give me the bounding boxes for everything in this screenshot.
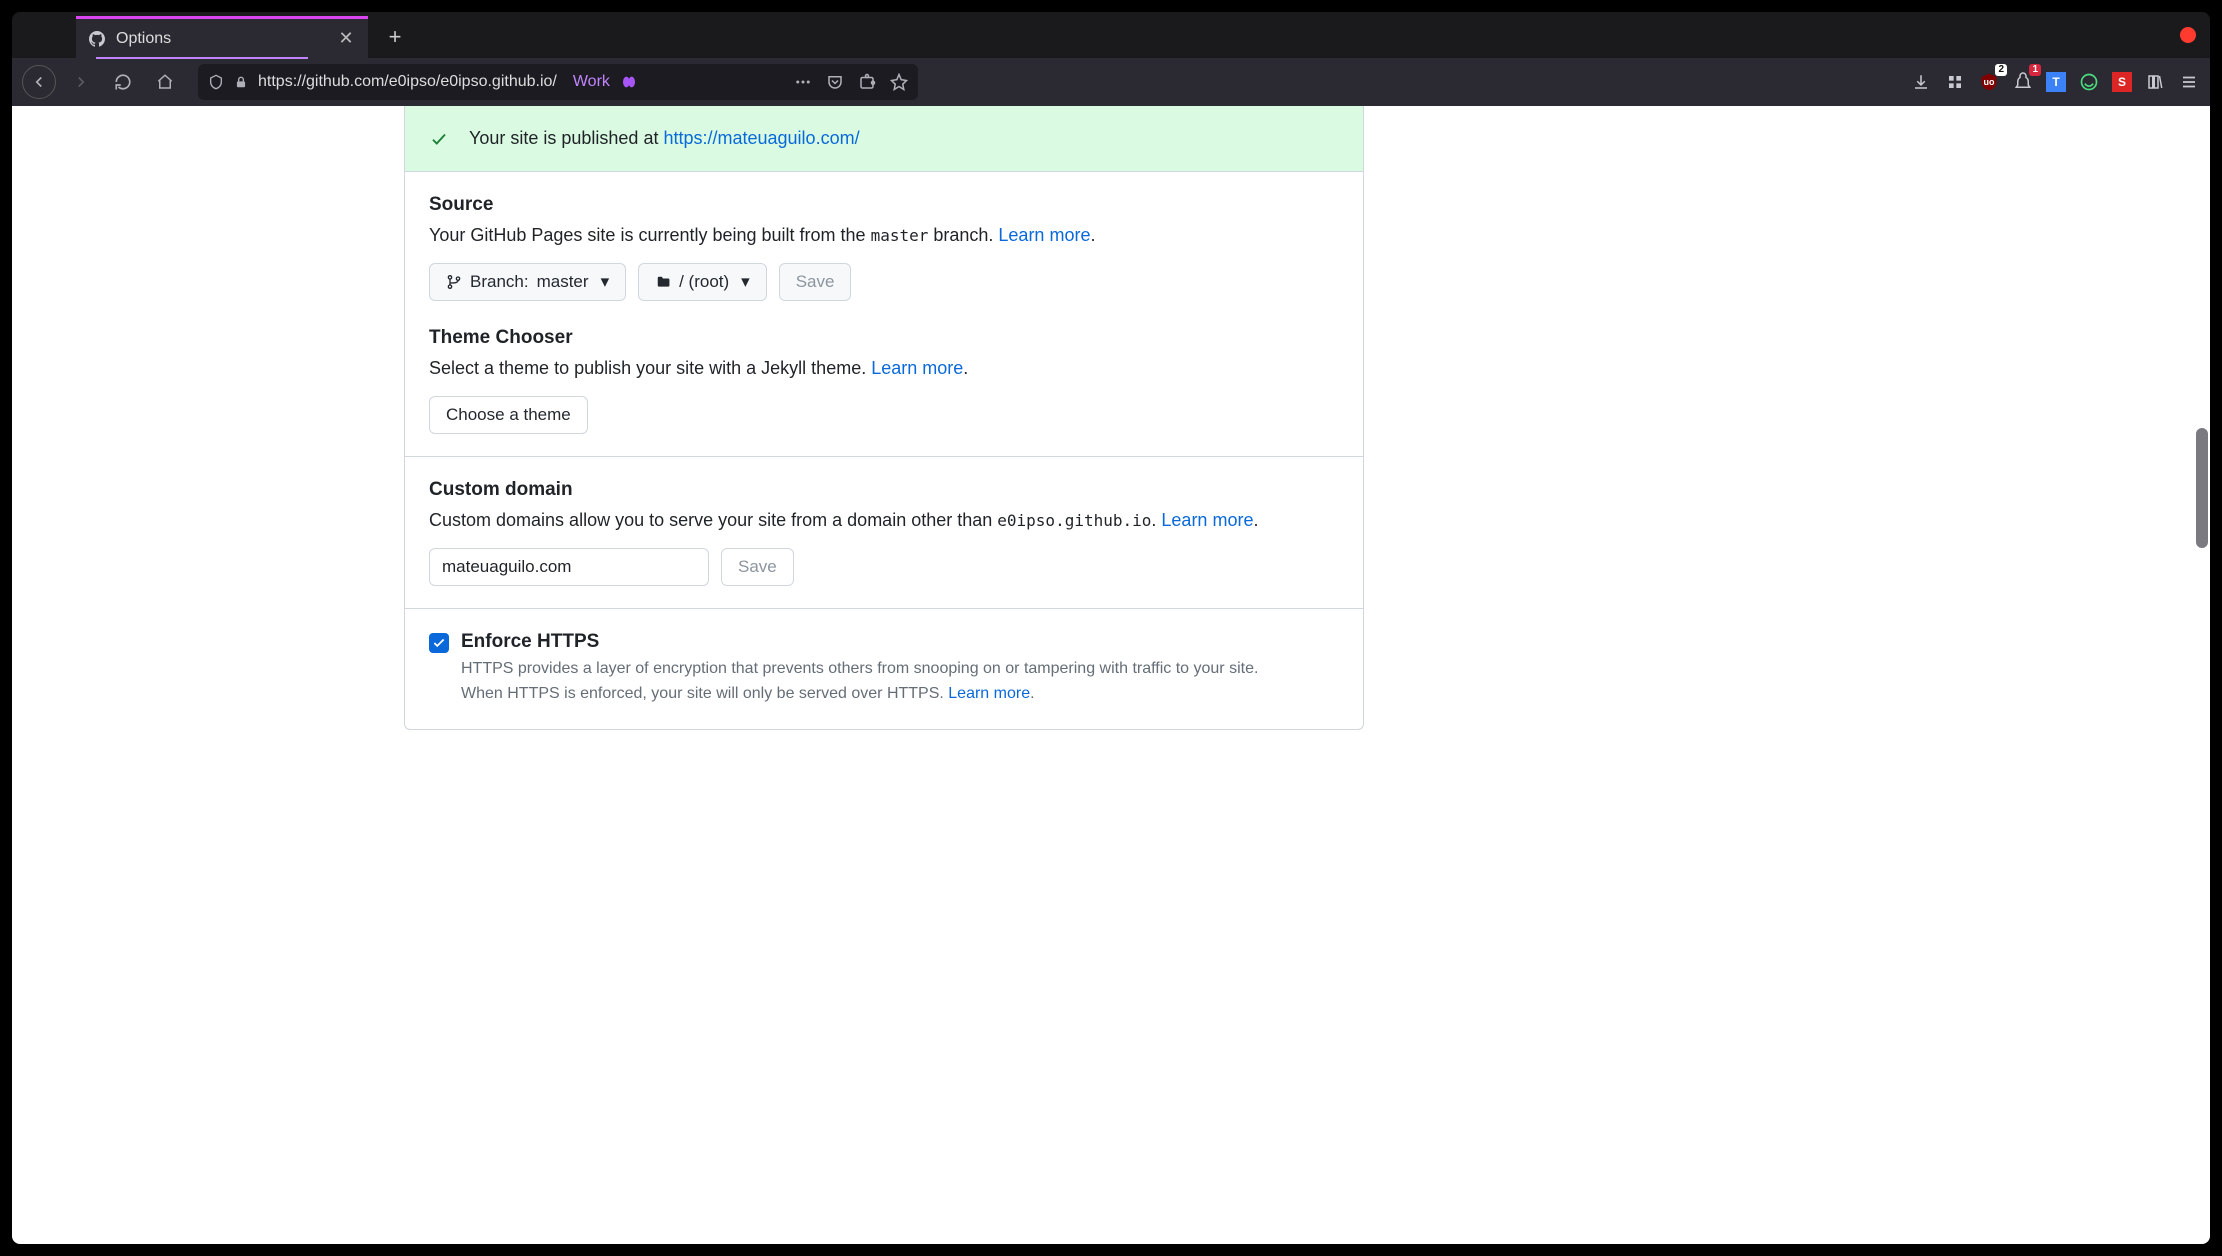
container-label: Work	[573, 73, 610, 91]
reload-button[interactable]	[106, 65, 140, 99]
github-icon	[88, 30, 106, 48]
theme-heading: Theme Chooser	[429, 327, 1339, 349]
flash-prefix: Your site is published at	[469, 128, 663, 148]
enforce-https-checkbox[interactable]	[429, 633, 449, 653]
browser-window: Options ✕ + https://github.com/e0ipso/e0	[12, 12, 2210, 1244]
menu-icon[interactable]	[2178, 71, 2200, 93]
flash-text: Your site is published at https://mateua…	[469, 128, 860, 149]
ublock-icon[interactable]: uo 2	[1978, 71, 2000, 93]
ublock-badge: 2	[1995, 64, 2007, 76]
ext-s-icon[interactable]: S	[2112, 72, 2132, 92]
branch-select[interactable]: Branch: master ▾	[429, 263, 626, 301]
source-section: Source Your GitHub Pages site is current…	[405, 172, 1363, 457]
git-branch-icon	[446, 274, 462, 290]
tab-title: Options	[116, 30, 326, 48]
source-desc: Your GitHub Pages site is currently bein…	[429, 222, 1339, 249]
recording-indicator	[2180, 27, 2196, 43]
folder-select[interactable]: / (root) ▾	[638, 263, 767, 301]
tab-accent	[96, 57, 308, 59]
source-save-button[interactable]: Save	[779, 263, 852, 301]
ext-circle-icon[interactable]	[2078, 71, 2100, 93]
choose-theme-button[interactable]: Choose a theme	[429, 396, 588, 434]
enforce-https-section: Enforce HTTPS HTTPS provides a layer of …	[405, 609, 1363, 729]
theme-desc: Select a theme to publish your site with…	[429, 355, 1339, 382]
lock-icon	[234, 74, 248, 90]
chevron-down-icon: ▾	[741, 272, 750, 292]
browser-tab[interactable]: Options ✕	[76, 16, 368, 58]
https-learn-more-link[interactable]: Learn more	[948, 685, 1030, 702]
extensions-area: uo 2 1 T S	[1910, 71, 2200, 93]
ext-t-icon[interactable]: T	[2046, 72, 2066, 92]
source-learn-more-link[interactable]: Learn more	[998, 225, 1090, 245]
shield-icon[interactable]	[208, 73, 224, 91]
extension-icon[interactable]	[858, 73, 876, 91]
domain-learn-more-link[interactable]: Learn more	[1161, 510, 1253, 530]
chevron-down-icon: ▾	[601, 272, 610, 292]
https-desc-1: HTTPS provides a layer of encryption tha…	[461, 657, 1339, 682]
home-button[interactable]	[148, 65, 182, 99]
theme-learn-more-link[interactable]: Learn more	[871, 358, 963, 378]
scrollbar-thumb[interactable]	[2196, 428, 2208, 548]
back-button[interactable]	[22, 65, 56, 99]
notification-icon[interactable]: 1	[2012, 71, 2034, 93]
folder-icon	[655, 275, 671, 289]
published-url-link[interactable]: https://mateuaguilo.com/	[663, 128, 859, 148]
url-text: https://github.com/e0ipso/e0ipso.github.…	[258, 73, 557, 91]
library-icon[interactable]	[2144, 71, 2166, 93]
check-icon	[429, 129, 449, 149]
domain-desc: Custom domains allow you to serve your s…	[429, 507, 1339, 534]
domain-save-button[interactable]: Save	[721, 548, 794, 586]
custom-domain-input[interactable]	[429, 548, 709, 586]
new-tab-button[interactable]: +	[378, 20, 412, 54]
container-icon	[620, 74, 638, 90]
source-heading: Source	[429, 194, 1339, 216]
forward-button[interactable]	[64, 65, 98, 99]
custom-domain-section: Custom domain Custom domains allow you t…	[405, 457, 1363, 609]
https-desc-2: When HTTPS is enforced, your site will o…	[461, 682, 1339, 707]
settings-pages-box: Your site is published at https://mateua…	[404, 106, 1364, 730]
https-heading: Enforce HTTPS	[461, 631, 1339, 653]
flash-published: Your site is published at https://mateua…	[405, 106, 1363, 172]
apps-icon[interactable]	[1944, 71, 1966, 93]
downloads-icon[interactable]	[1910, 71, 1932, 93]
close-icon[interactable]: ✕	[336, 29, 356, 49]
pocket-icon[interactable]	[826, 73, 844, 91]
domain-heading: Custom domain	[429, 479, 1339, 501]
scrollbar[interactable]	[2196, 108, 2208, 1242]
page-viewport: Your site is published at https://mateua…	[12, 106, 2210, 1244]
notification-badge: 1	[2029, 64, 2041, 76]
tab-bar: Options ✕ +	[12, 12, 2210, 58]
browser-toolbar: https://github.com/e0ipso/e0ipso.github.…	[12, 58, 2210, 106]
star-icon[interactable]	[890, 73, 908, 91]
address-bar[interactable]: https://github.com/e0ipso/e0ipso.github.…	[198, 64, 918, 100]
more-icon[interactable]	[794, 73, 812, 91]
